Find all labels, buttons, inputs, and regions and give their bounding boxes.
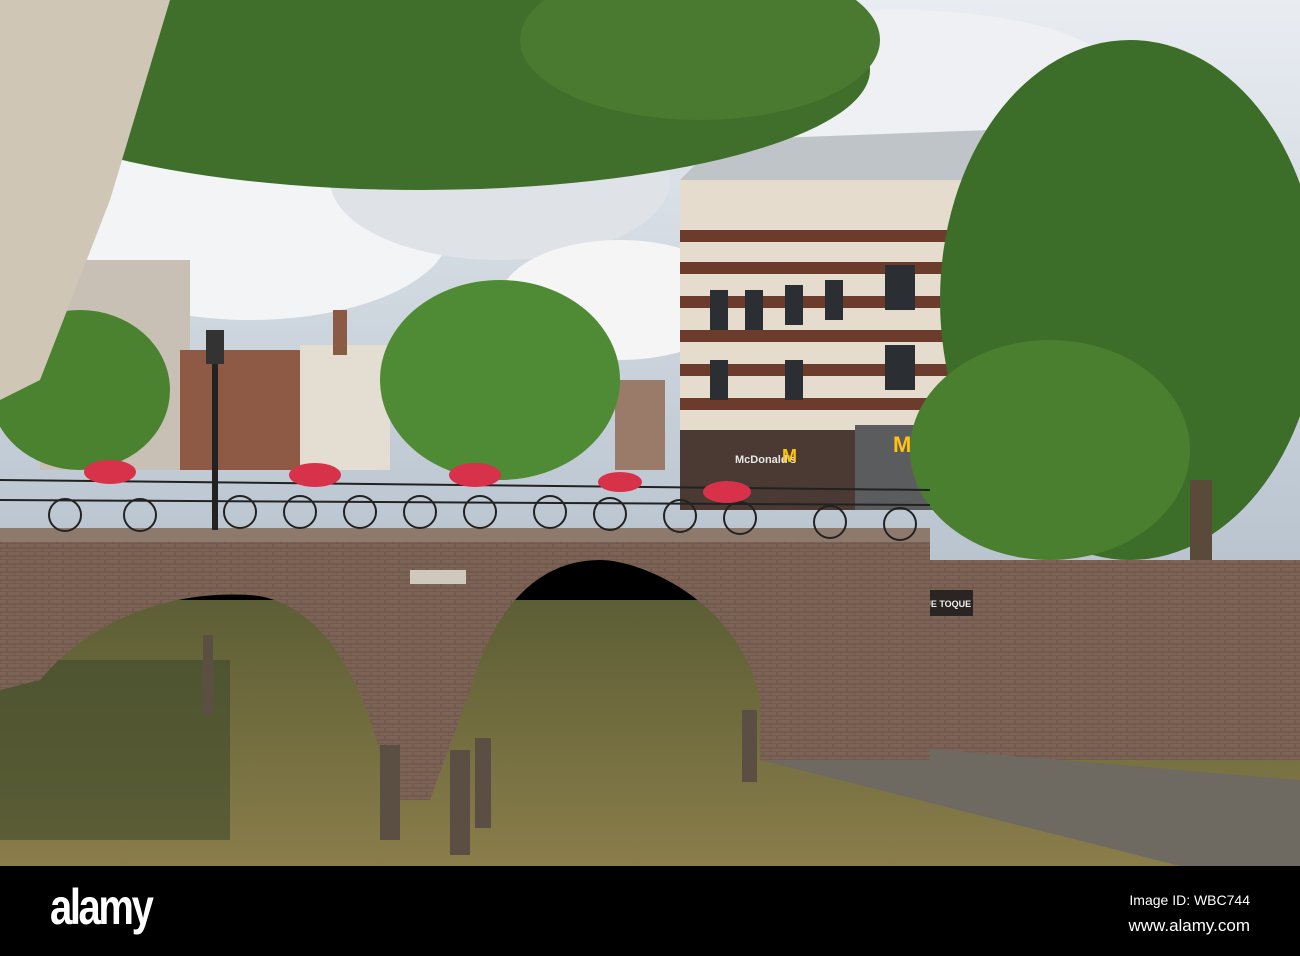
- site-url: www.alamy.com: [1128, 916, 1250, 935]
- image-id-label: Image ID: WBC744: [1129, 892, 1250, 908]
- watermark-bar: alamy Image ID: WBC744 www.alamy.com: [0, 866, 1300, 956]
- stock-photo: McDonald's M M TOQUE TOQUE alamy Image I…: [0, 0, 1300, 956]
- canal-bridge-photo: McDonald's M M TOQUE TOQUE: [0, 0, 1300, 866]
- mcdonalds-logo-large: M: [893, 432, 911, 457]
- mcdonalds-logo: M: [782, 446, 797, 466]
- alamy-logo: alamy: [50, 879, 154, 935]
